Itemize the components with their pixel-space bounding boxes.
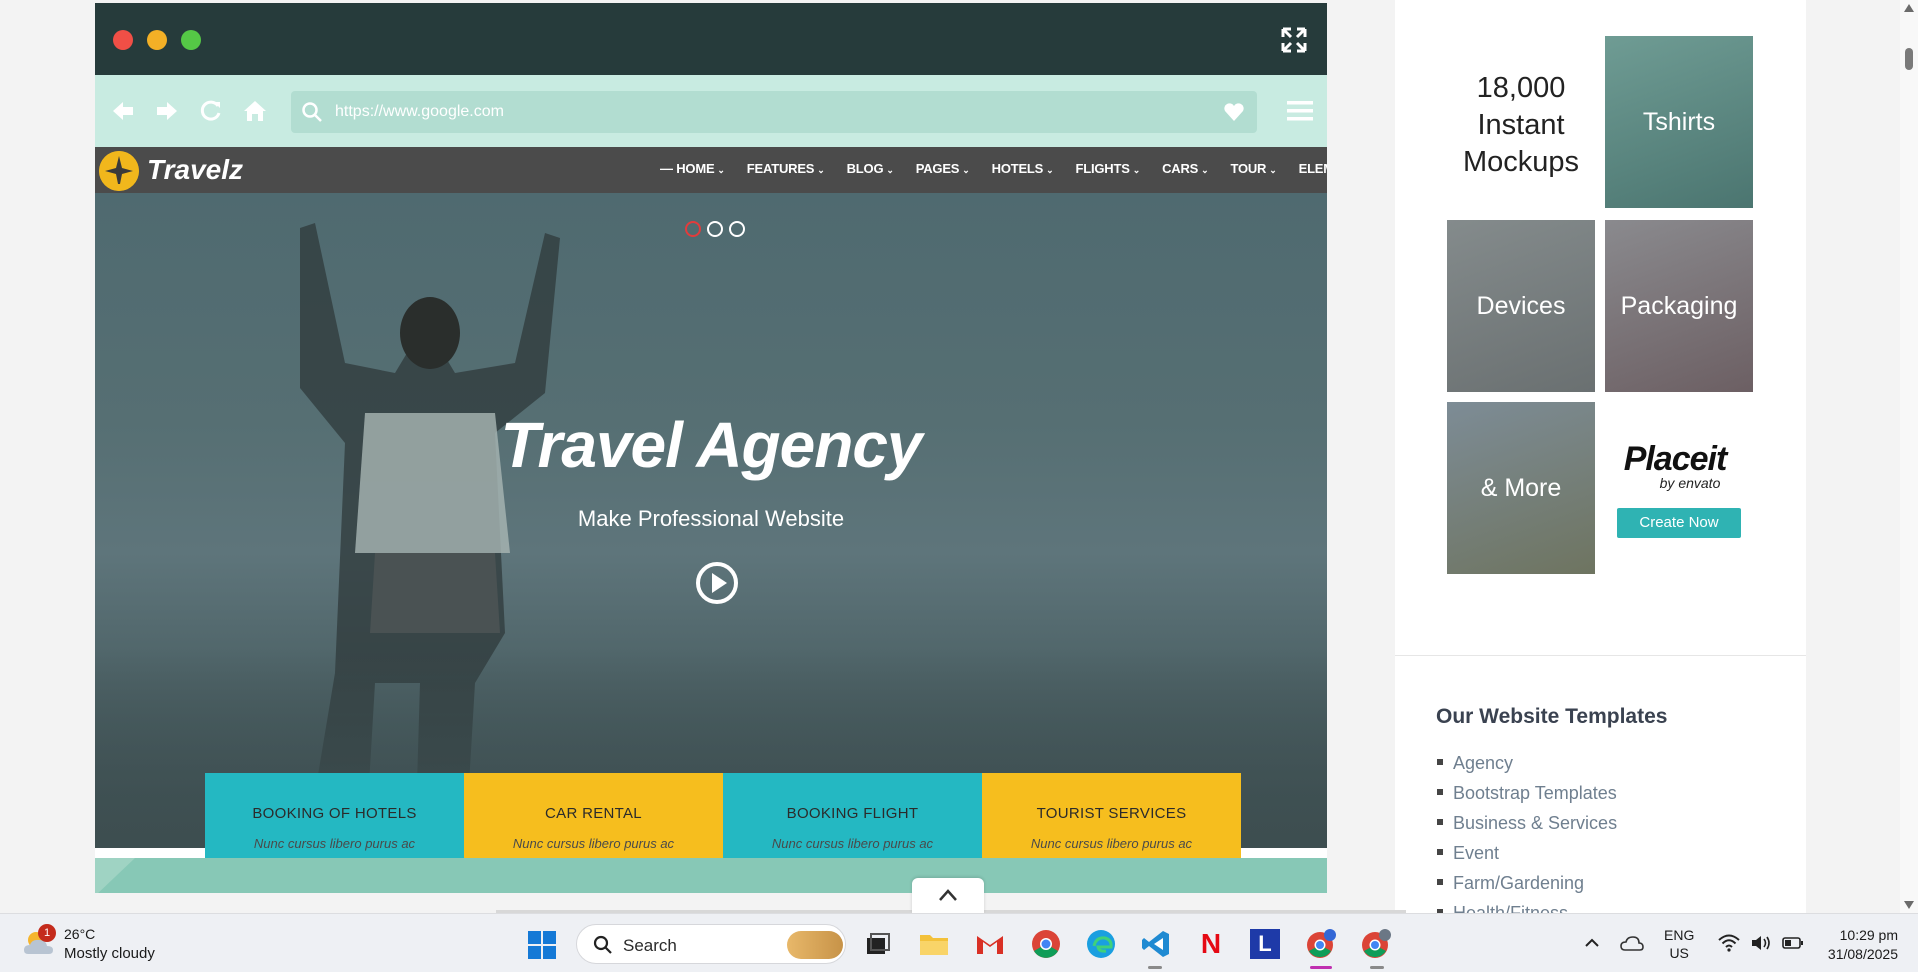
list-item[interactable]: Bootstrap Templates — [1437, 781, 1617, 811]
slider-dots — [685, 221, 745, 237]
nav-item-tour[interactable]: TOUR ⌄ — [1230, 161, 1276, 176]
nav-item-element[interactable]: ELEMENT — [1299, 161, 1327, 176]
services-bar: BOOKING OF HOTELS Nunc cursus libero pur… — [205, 773, 1241, 859]
vertical-scrollbar[interactable] — [1900, 0, 1918, 913]
scroll-up-icon[interactable] — [1904, 4, 1914, 12]
slider-dot-2[interactable] — [707, 221, 723, 237]
hero-subtitle: Make Professional Website — [577, 506, 845, 531]
hero-title: Travel Agency — [500, 409, 923, 481]
nav-item-cars[interactable]: CARS ⌄ — [1162, 161, 1209, 176]
running-indicator — [1370, 966, 1384, 969]
templates-heading: Our Website Templates — [1436, 705, 1668, 728]
nav-item-hotels[interactable]: HOTELS ⌄ — [992, 161, 1054, 176]
templates-list: Agency Bootstrap Templates Business & Se… — [1437, 751, 1617, 913]
chrome-profile-icon[interactable] — [1305, 928, 1337, 960]
forward-arrow-icon[interactable] — [153, 97, 181, 125]
windows-taskbar: 1 26°C Mostly cloudy Search N L ENG US 10… — [0, 913, 1918, 972]
taskbar-search-box[interactable]: Search — [576, 924, 846, 964]
search-icon — [593, 935, 612, 954]
search-highlight-art — [787, 931, 843, 959]
hero-slider: Travel Agency Make Professional Website — [95, 193, 1327, 848]
volume-icon[interactable] — [1750, 934, 1772, 952]
placeit-logo: Placeit by envato — [1623, 440, 1728, 491]
windows-start-icon[interactable] — [527, 930, 557, 960]
nav-item-blog[interactable]: BLOG ⌄ — [847, 161, 894, 176]
slider-dot-1[interactable] — [685, 221, 701, 237]
list-item[interactable]: Health/Fitness — [1437, 901, 1617, 913]
preview-titlebar — [95, 3, 1327, 75]
home-icon[interactable] — [241, 97, 269, 125]
site-nav-menu: — HOME ⌄ FEATURES ⌄ BLOG ⌄ PAGES ⌄ HOTELS ⌄ F… — [660, 161, 1327, 176]
back-arrow-icon[interactable] — [109, 97, 137, 125]
scroll-thumb[interactable] — [1905, 48, 1913, 70]
chrome-icon[interactable] — [1030, 928, 1062, 960]
create-now-button[interactable]: Create Now — [1617, 508, 1741, 538]
ad-tile-more[interactable]: & More — [1447, 402, 1595, 574]
scroll-down-icon[interactable] — [1904, 901, 1914, 909]
page: https://www.google.com Travelz — HOME ⌄ F… — [0, 0, 1918, 913]
list-item[interactable]: Business & Services — [1437, 811, 1617, 841]
ad-tile-tshirts[interactable]: Tshirts — [1605, 36, 1753, 208]
fullscreen-icon[interactable] — [1279, 25, 1309, 55]
edge-icon[interactable] — [1085, 928, 1117, 960]
back-to-top-button[interactable] — [912, 878, 984, 913]
vscode-icon[interactable] — [1140, 928, 1172, 960]
site-navbar: Travelz — HOME ⌄ FEATURES ⌄ BLOG ⌄ PAGES ⌄ H… — [95, 147, 1327, 193]
preview-browser-toolbar: https://www.google.com — [95, 75, 1327, 147]
sidebar-divider — [1395, 655, 1806, 656]
weather-condition[interactable]: Mostly cloudy — [64, 945, 155, 962]
search-label: Search — [623, 936, 677, 955]
ad-headline: 18,000 Instant Mockups — [1462, 72, 1580, 178]
running-indicator — [1148, 966, 1162, 969]
file-explorer-icon[interactable] — [918, 928, 950, 960]
wifi-icon[interactable] — [1718, 934, 1740, 952]
play-video-icon[interactable] — [695, 561, 739, 605]
close-dot-icon[interactable] — [113, 30, 133, 50]
service-card-hotels[interactable]: BOOKING OF HOTELS Nunc cursus libero pur… — [205, 773, 464, 859]
preview-address-bar[interactable]: https://www.google.com — [291, 91, 1257, 133]
heart-icon[interactable] — [1223, 102, 1245, 122]
airplane-logo-icon — [99, 151, 139, 191]
search-icon — [302, 102, 322, 122]
minimize-dot-icon[interactable] — [147, 30, 167, 50]
refresh-icon[interactable] — [197, 97, 225, 125]
language-indicator[interactable]: ENG US — [1664, 926, 1694, 962]
nav-item-features[interactable]: FEATURES ⌄ — [747, 161, 825, 176]
list-item[interactable]: Event — [1437, 841, 1617, 871]
task-view-icon[interactable] — [862, 928, 894, 960]
maximize-dot-icon[interactable] — [181, 30, 201, 50]
ad-tile-packaging[interactable]: Packaging — [1605, 220, 1753, 392]
weather-badge: 1 — [38, 924, 56, 942]
nav-item-flights[interactable]: FLIGHTS ⌄ — [1076, 161, 1141, 176]
hamburger-menu-icon[interactable] — [1287, 99, 1313, 123]
site-logo[interactable]: Travelz — [147, 154, 243, 186]
list-item[interactable]: Agency — [1437, 751, 1617, 781]
nav-item-home[interactable]: — HOME ⌄ — [660, 161, 725, 176]
chevron-up-icon[interactable] — [1585, 936, 1599, 950]
battery-icon[interactable] — [1782, 934, 1804, 952]
theme-preview-frame: https://www.google.com Travelz — HOME ⌄ F… — [95, 3, 1327, 893]
netflix-icon[interactable]: N — [1195, 928, 1227, 960]
slider-dot-3[interactable] — [729, 221, 745, 237]
service-card-car-rental[interactable]: CAR RENTAL Nunc cursus libero purus ac — [464, 773, 723, 859]
active-indicator — [1310, 966, 1332, 969]
gmail-icon[interactable] — [974, 928, 1006, 960]
chevron-up-icon — [939, 889, 957, 901]
system-tray — [1718, 934, 1804, 952]
service-card-tourist[interactable]: TOURIST SERVICES Nunc cursus libero puru… — [982, 773, 1241, 859]
clock[interactable]: 10:29 pm 31/08/2025 — [1812, 926, 1898, 964]
chrome-profile-2-icon[interactable] — [1360, 928, 1392, 960]
service-card-flight[interactable]: BOOKING FLIGHT Nunc cursus libero purus … — [723, 773, 982, 859]
address-text: https://www.google.com — [335, 103, 504, 120]
onedrive-cloud-icon[interactable] — [1620, 934, 1644, 952]
teal-strip — [95, 858, 1327, 893]
l-app-icon[interactable]: L — [1250, 929, 1280, 959]
nav-item-pages[interactable]: PAGES ⌄ — [916, 161, 970, 176]
placeit-ad[interactable]: 18,000 Instant Mockups Tshirts Devices P… — [1447, 36, 1757, 576]
list-item[interactable]: Farm/Gardening — [1437, 871, 1617, 901]
ad-tile-devices[interactable]: Devices — [1447, 220, 1595, 392]
weather-temperature[interactable]: 26°C — [64, 926, 95, 942]
